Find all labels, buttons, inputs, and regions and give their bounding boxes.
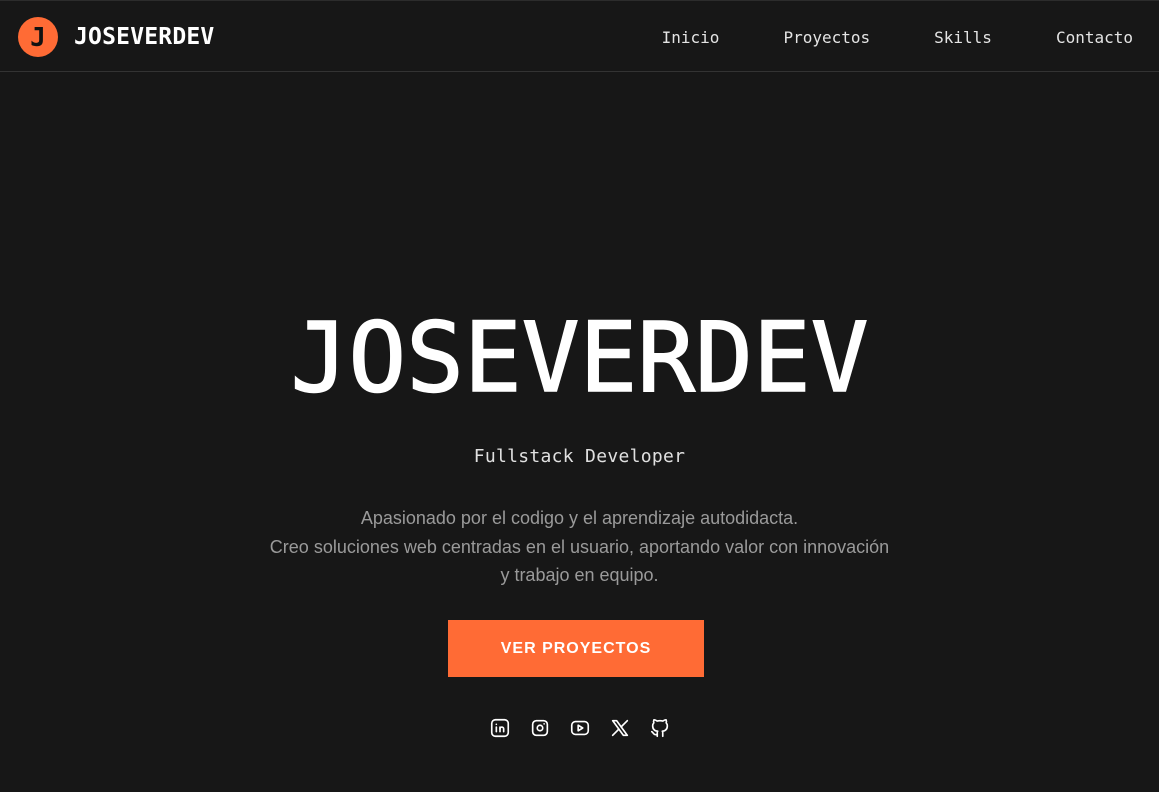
hero-subtitle: Fullstack Developer <box>473 446 686 467</box>
nav-link-skills[interactable]: Skills <box>934 28 992 47</box>
github-link[interactable] <box>649 717 671 739</box>
nav-link-proyectos[interactable]: Proyectos <box>783 28 870 47</box>
linkedin-icon <box>490 718 509 738</box>
brand-logo: J <box>18 17 58 57</box>
x-twitter-link[interactable] <box>609 717 631 739</box>
instagram-link[interactable] <box>529 717 551 739</box>
brand-logo-letter: J <box>30 22 46 53</box>
nav-link-inicio[interactable]: Inicio <box>662 28 720 47</box>
youtube-link[interactable] <box>569 717 591 739</box>
hero-description-line: y trabajo en equipo. <box>500 565 659 585</box>
brand-name: JOSEVERDEV <box>74 24 215 50</box>
hero-description-line: Creo soluciones web centradas en el usua… <box>269 536 890 557</box>
social-links <box>0 717 1159 739</box>
view-projects-button[interactable]: VER PROYECTOS <box>448 620 704 677</box>
instagram-icon <box>531 719 548 737</box>
hero-section: JOSEVERDEV Fullstack Developer Apasionad… <box>0 72 1159 792</box>
x-twitter-icon <box>611 719 628 737</box>
navbar: J JOSEVERDEV Inicio Proyectos Skills Con… <box>0 0 1159 72</box>
brand-link[interactable]: J JOSEVERDEV <box>18 17 214 57</box>
youtube-icon <box>570 720 589 736</box>
linkedin-link[interactable] <box>489 717 511 739</box>
hero-description-line: Apasionado por el codigo y el aprendizaj… <box>360 508 799 528</box>
hero-description: Apasionado por el codigo y el aprendizaj… <box>0 504 1159 590</box>
nav-links: Inicio Proyectos Skills Contacto <box>598 1 1133 73</box>
github-icon <box>650 718 668 738</box>
nav-link-contacto[interactable]: Contacto <box>1056 28 1133 47</box>
hero-title: JOSEVERDEV <box>290 302 869 414</box>
